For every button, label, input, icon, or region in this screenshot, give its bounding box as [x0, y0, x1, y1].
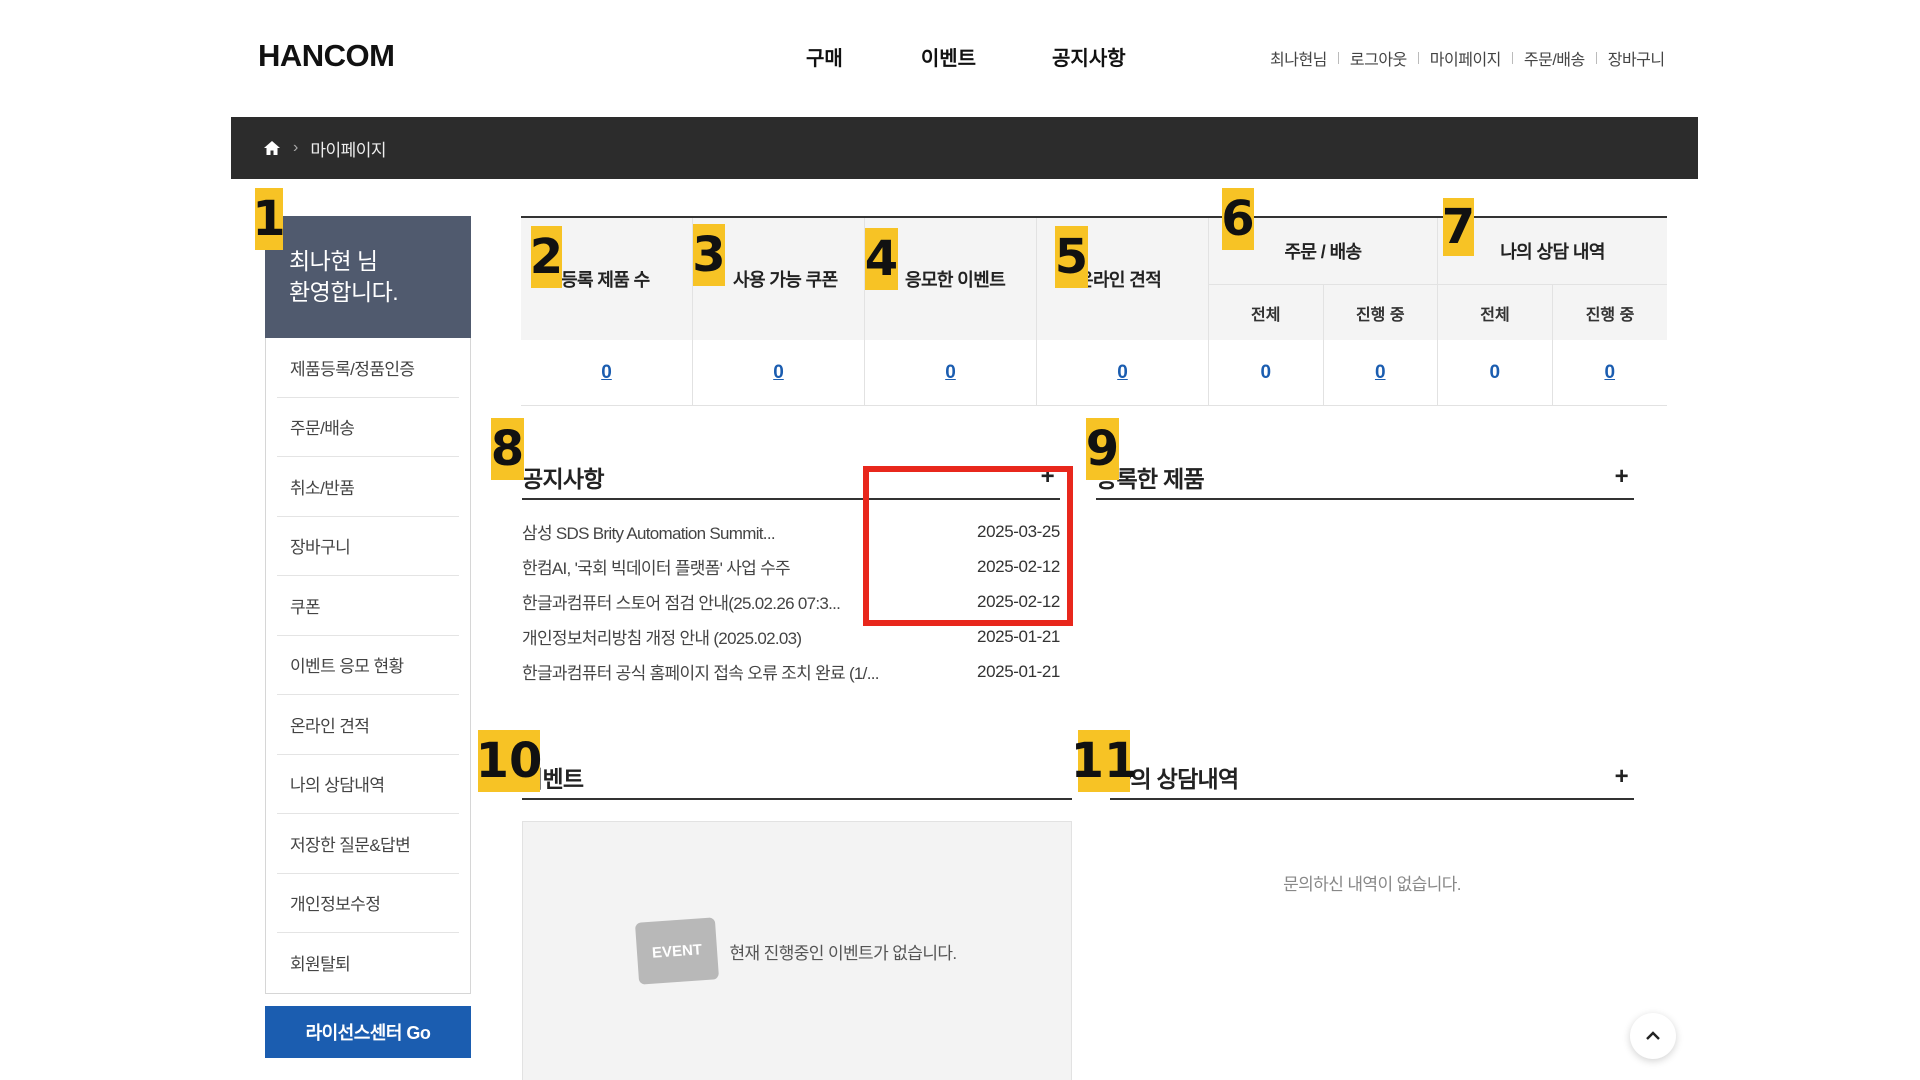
- chevron-right-icon: ›: [293, 139, 299, 156]
- notice-item-title: 한글과컴퓨터 공식 홈페이지 접속 오류 조치 완료 (1/...: [522, 664, 879, 683]
- util-mypage[interactable]: 마이페이지: [1430, 46, 1502, 70]
- annotation-tag: 4: [865, 228, 898, 290]
- products-more-button[interactable]: +: [1615, 463, 1634, 491]
- divider: [1337, 52, 1339, 64]
- stat-value-consult-all: 0: [1489, 361, 1501, 383]
- annotation-tag: 10: [476, 730, 542, 792]
- stat-value-orders-progress[interactable]: 0: [1375, 362, 1386, 384]
- annotation-tag: 11: [1071, 730, 1137, 792]
- notice-item-title: 삼성 SDS Brity Automation Summit...: [522, 524, 776, 543]
- notice-item-title: 한글과컴퓨터 스토어 점검 안내(25.02.26 07:3...: [522, 594, 841, 613]
- welcome-name: 최나현 님: [289, 248, 378, 274]
- sidebar-item-coupon[interactable]: 쿠폰: [277, 576, 459, 636]
- breadcrumb: › 마이페이지: [231, 117, 1698, 179]
- sidebar-item-orders[interactable]: 주문/배송: [277, 398, 459, 457]
- breadcrumb-current: 마이페이지: [310, 140, 387, 160]
- consult-empty-message: 문의하신 내역이 없습니다.: [1283, 875, 1461, 894]
- home-icon[interactable]: [263, 140, 281, 156]
- annotation-tag: 7: [1441, 198, 1476, 256]
- registered-products-panel: 등록한 제품 +: [1096, 456, 1634, 500]
- util-cart[interactable]: 장바구니: [1608, 46, 1665, 70]
- util-username[interactable]: 최나현님: [1270, 46, 1327, 70]
- sidebar-menu: 제품등록/정품인증 주문/배송 취소/반품 장바구니 쿠폰 이벤트 응모 현황 …: [265, 338, 471, 994]
- list-item[interactable]: 한글과컴퓨터 공식 홈페이지 접속 오류 조치 완료 (1/... 2025-01…: [522, 654, 1060, 689]
- utility-nav: 최나현님 로그아웃 마이페이지 주문/배송 장바구니: [1270, 46, 1665, 70]
- divider: [1595, 52, 1597, 64]
- stat-sublabel-orders-progress: 진행 중: [1355, 306, 1405, 324]
- consultation-panel: 나의 상담내역 + 문의하신 내역이 없습니다.: [1110, 756, 1634, 895]
- sidebar-item-saved-qa[interactable]: 저장한 질문&답변: [277, 814, 459, 874]
- hancom-logo[interactable]: HANCOM: [258, 38, 395, 74]
- annotation-tag: 9: [1086, 418, 1119, 480]
- sidebar-item-event-entries[interactable]: 이벤트 응모 현황: [277, 636, 459, 695]
- sidebar-item-cart[interactable]: 장바구니: [277, 517, 459, 576]
- notice-item-title: 개인정보처리방침 개정 안내 (2025.02.03): [522, 629, 802, 648]
- annotation-tag: 6: [1221, 188, 1255, 250]
- notice-item-date: 2025-01-21: [977, 626, 1060, 646]
- sidebar-item-withdraw[interactable]: 회원탈퇴: [277, 933, 459, 993]
- main-nav: 구매 이벤트 공지사항: [800, 42, 1126, 71]
- welcome-message: 환영합니다.: [289, 279, 399, 305]
- util-orders[interactable]: 주문/배송: [1524, 46, 1585, 70]
- annotation-tag: 5: [1055, 226, 1088, 288]
- notice-title: 공지사항: [522, 466, 605, 492]
- stat-value-registered[interactable]: 0: [601, 362, 612, 384]
- stat-sublabel-consult-all: 전체: [1438, 285, 1553, 340]
- sidebar-item-consultations[interactable]: 나의 상담내역: [277, 755, 459, 814]
- sidebar-item-edit-profile[interactable]: 개인정보수정: [277, 874, 459, 933]
- stat-sublabel-orders-all: 전체: [1209, 285, 1324, 340]
- annotation-tag: 1: [252, 188, 286, 250]
- annotation-tag: 8: [491, 418, 524, 480]
- events-empty-message: 현재 진행중인 이벤트가 없습니다.: [729, 943, 957, 963]
- event-ticket-icon: EVENT: [635, 917, 720, 985]
- stat-value-quotes[interactable]: 0: [1117, 362, 1128, 384]
- stat-value-consult-progress[interactable]: 0: [1604, 362, 1615, 384]
- scroll-top-button[interactable]: [1630, 1013, 1676, 1059]
- stat-value-coupons[interactable]: 0: [773, 362, 784, 384]
- chevron-up-icon: [1646, 1031, 1660, 1040]
- welcome-box: 최나현 님 환영합니다.: [265, 216, 471, 338]
- license-center-button[interactable]: 라이선스센터 Go: [265, 1005, 471, 1058]
- nav-purchase[interactable]: 구매: [806, 42, 843, 71]
- nav-notice[interactable]: 공지사항: [1052, 42, 1126, 71]
- site-header: HANCOM 구매 이벤트 공지사항 최나현님 로그아웃 마이페이지 주문/배송…: [0, 0, 1920, 117]
- annotation-tag: 3: [692, 224, 726, 286]
- divider: [1417, 52, 1419, 64]
- notice-item-title: 한컴AI, '국회 빅데이터 플랫폼' 사업 수주: [522, 559, 791, 578]
- nav-events[interactable]: 이벤트: [921, 42, 976, 71]
- sidebar: 최나현 님 환영합니다. 제품등록/정품인증 주문/배송 취소/반품 장바구니 …: [265, 216, 471, 1058]
- events-panel: 이벤트 EVENT 현재 진행중인 이벤트가 없습니다.: [522, 756, 1072, 1080]
- util-logout[interactable]: 로그아웃: [1350, 46, 1407, 70]
- annotation-tag: 2: [530, 226, 563, 288]
- events-empty-box: EVENT 현재 진행중인 이벤트가 없습니다.: [522, 821, 1072, 1080]
- stat-sublabel-consult-progress: 진행 중: [1585, 306, 1635, 324]
- stat-value-orders-all: 0: [1260, 361, 1272, 383]
- notice-item-date: 2025-01-21: [977, 661, 1060, 681]
- sidebar-item-online-quote[interactable]: 온라인 견적: [277, 695, 459, 755]
- sidebar-item-product-registration[interactable]: 제품등록/정품인증: [277, 338, 459, 398]
- consult-more-button[interactable]: +: [1615, 763, 1634, 791]
- sidebar-item-cancel-return[interactable]: 취소/반품: [277, 457, 459, 517]
- divider: [1511, 52, 1513, 64]
- logo-text: HANCOM: [258, 38, 395, 73]
- stat-value-events[interactable]: 0: [945, 362, 956, 384]
- highlight-box: [863, 466, 1073, 626]
